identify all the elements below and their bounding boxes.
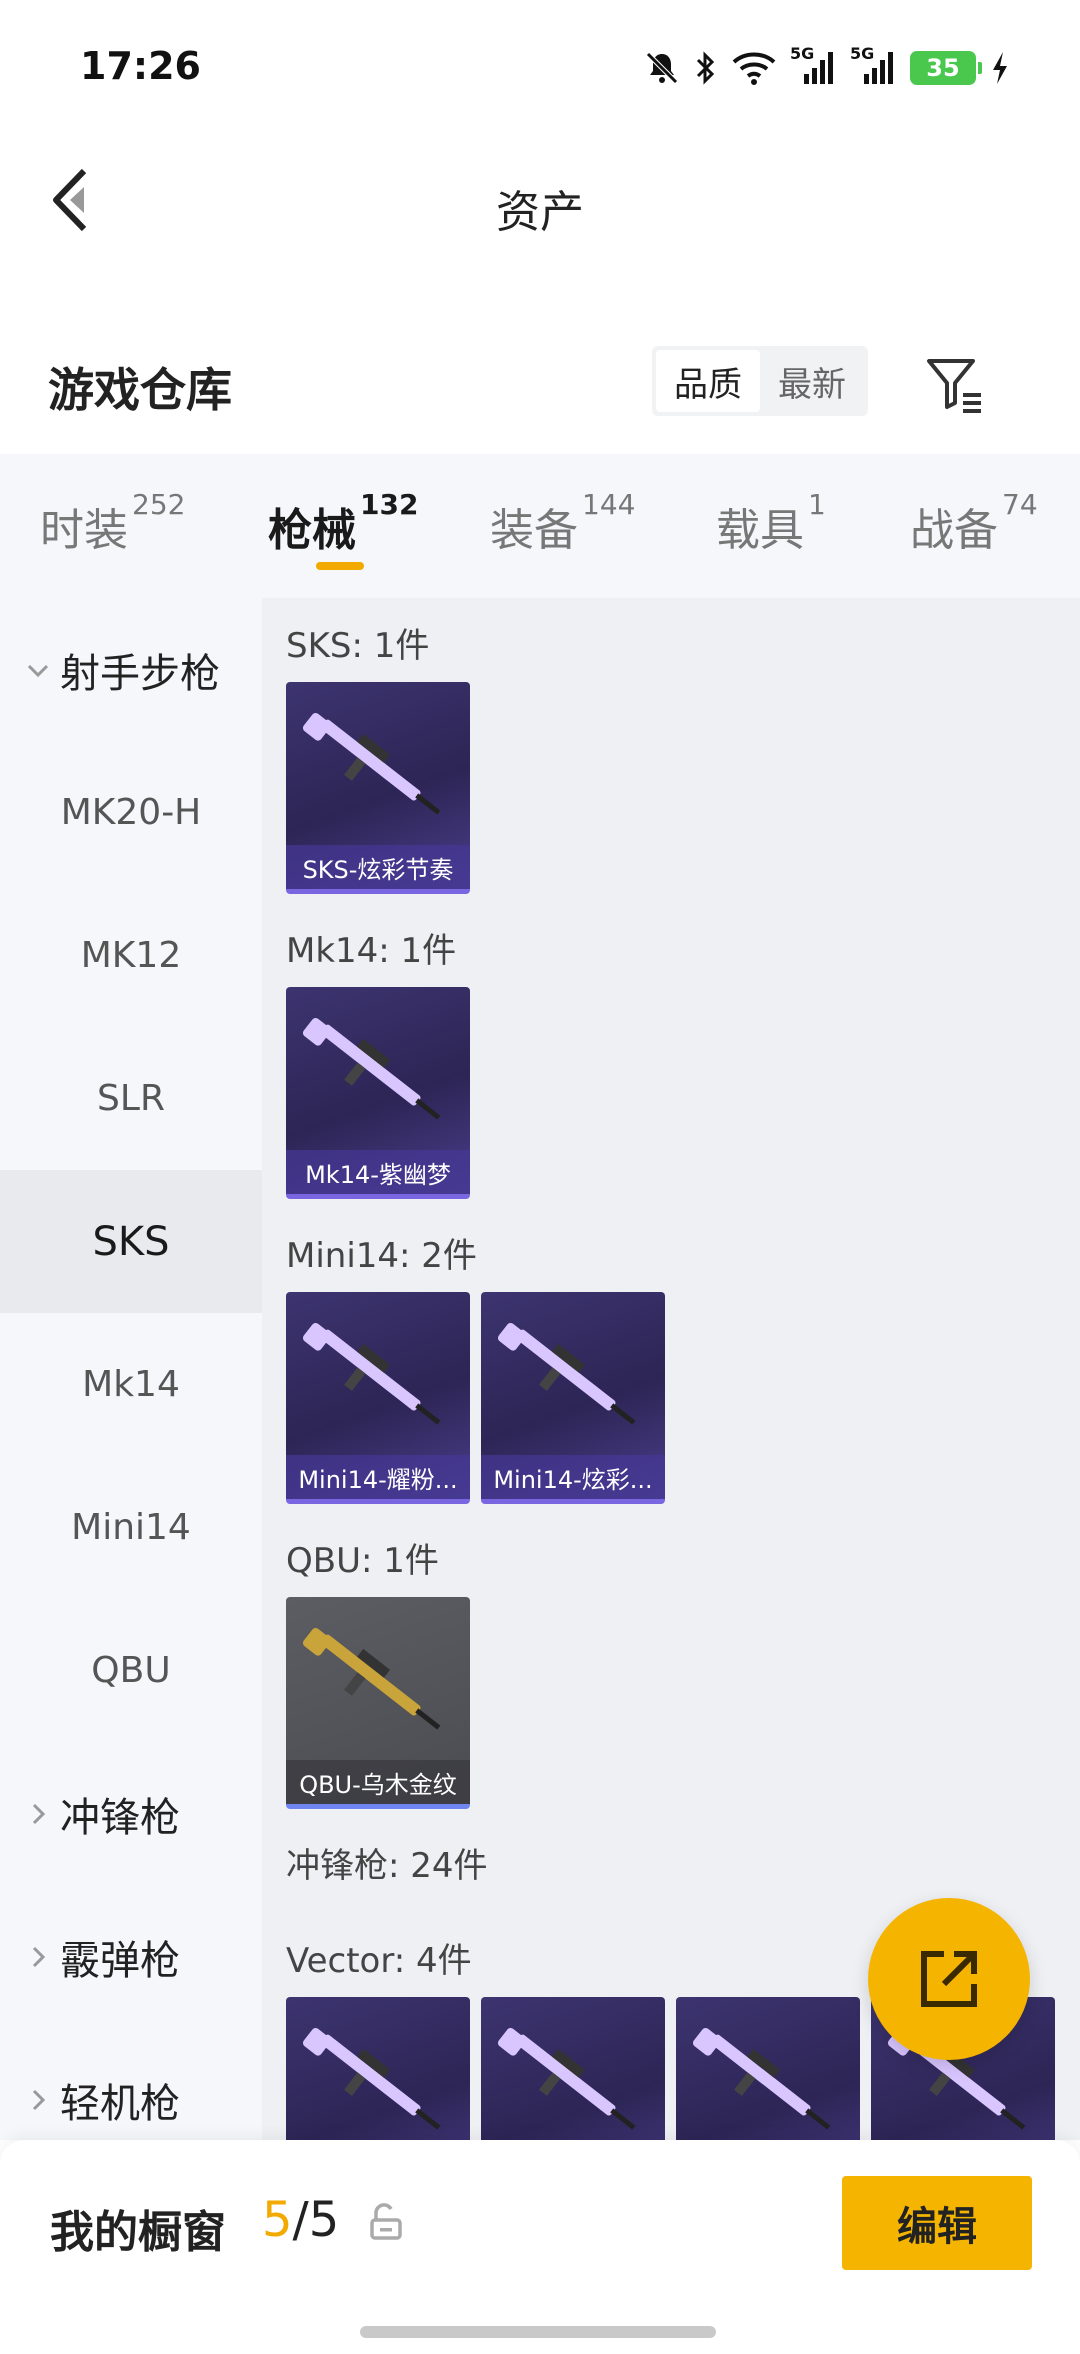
sidebar-item-label: Mk14 [82, 1364, 180, 1405]
sidebar-group-lmg[interactable]: 轻机枪 [0, 2028, 262, 2140]
sort-quality-option[interactable]: 品质 [656, 350, 760, 412]
mute-bell-icon [646, 52, 678, 84]
filter-button[interactable] [920, 350, 990, 420]
group-title: QBU: 1件 [286, 1541, 439, 1581]
weapon-name: Mini14-耀粉... [286, 1455, 470, 1499]
status-icons: 5G 5G 35 [644, 44, 1010, 88]
charging-bolt-icon [993, 52, 1007, 84]
sidebar-group-smg[interactable]: 冲锋枪 [0, 1742, 262, 1885]
showcase-bar: 我的橱窗 5/5 编辑 [0, 2140, 1080, 2354]
weapon-image [497, 2027, 636, 2130]
signal-icon: 5G [790, 44, 836, 88]
tab-firearms[interactable]: 枪械132 [268, 488, 418, 558]
sidebar-item-label: QBU [91, 1650, 171, 1691]
nav-bar: 资产 [0, 140, 1080, 260]
battery-indicator: 35 [910, 51, 982, 85]
sidebar-item-label: 霰弹枪 [60, 1937, 180, 1984]
warehouse-title: 游戏仓库 [48, 363, 232, 417]
weapon-image [302, 1627, 441, 1730]
sidebar-item-label: SKS [92, 1218, 170, 1265]
edit-button[interactable]: 编辑 [842, 2176, 1032, 2270]
weapon-name: Mk14-紫幽梦 [286, 1150, 470, 1194]
weapon-name: SKS-炫彩节奏 [286, 845, 470, 889]
weapon-card[interactable]: Mini14-炫彩... [481, 1292, 665, 1504]
sidebar-item-slr[interactable]: SLR [0, 1027, 262, 1170]
weapon-card[interactable]: Mk14-紫幽梦 [286, 987, 470, 1199]
sidebar-group-shotgun[interactable]: 霰弹枪 [0, 1885, 262, 2028]
weapon-name: QBU-乌木金纹 [286, 1760, 470, 1804]
group-title: Vector: 4件 [286, 1941, 472, 1981]
weapon-card[interactable]: QBU-乌木金纹 [286, 1597, 470, 1809]
tab-vehicles[interactable]: 载具1 [716, 488, 826, 558]
sidebar-item-label: MK20-H [60, 792, 202, 833]
share-button[interactable] [868, 1898, 1030, 2060]
sidebar-item-mk12[interactable]: MK12 [0, 884, 262, 1027]
sidebar-group-marksman[interactable]: 射手步枪 [0, 598, 262, 741]
sidebar-item-label: 射手步枪 [60, 650, 220, 697]
clock: 17:26 [80, 44, 201, 88]
signal-icon-2: 5G [850, 44, 896, 88]
bluetooth-icon [696, 51, 715, 85]
sidebar-item-sks[interactable]: SKS [0, 1170, 262, 1313]
showcase-count: 5/5 [262, 2192, 340, 2248]
sidebar-item-mk14[interactable]: Mk14 [0, 1313, 262, 1456]
weapon-card[interactable]: Mini14-耀粉... [286, 1292, 470, 1504]
filter-icon [927, 359, 981, 413]
sidebar-item-qbu[interactable]: QBU [0, 1599, 262, 1742]
group-title: Mk14: 1件 [286, 931, 457, 971]
tab-outfit[interactable]: 时装252 [40, 488, 185, 558]
sidebar-item-mini14[interactable]: Mini14 [0, 1456, 262, 1599]
weapon-card[interactable]: SKS-炫彩节奏 [286, 682, 470, 894]
sidebar-item-label: MK12 [80, 935, 182, 976]
weapon-category-sidebar: 射手步枪 MK20-H MK12 SLR SKS Mk14 Mini14 QBU 冲锋枪霰弹枪轻… [0, 598, 262, 2140]
weapon-image [497, 1322, 636, 1425]
chevron-right-icon [22, 1941, 54, 1973]
weapon-image [692, 2027, 831, 2130]
unlock-icon [370, 2203, 402, 2240]
weapon-card[interactable] [481, 1997, 665, 2140]
sort-newest-option[interactable]: 最新 [760, 350, 864, 412]
weapon-image [302, 1017, 441, 1120]
showcase-label: 我的橱窗 [50, 2207, 226, 2258]
sidebar-item-label: Mini14 [71, 1507, 191, 1548]
group-title: Mini14: 2件 [286, 1236, 477, 1276]
warehouse-header: 游戏仓库 品质 最新 [0, 330, 1080, 440]
weapon-name: Mini14-炫彩... [481, 1455, 665, 1499]
weapon-card[interactable] [286, 1997, 470, 2140]
sidebar-item-label: SLR [97, 1078, 165, 1119]
weapon-image [302, 712, 441, 815]
home-indicator[interactable] [360, 2326, 716, 2338]
sidebar-item-label: 轻机枪 [60, 2080, 180, 2127]
chevron-right-icon [22, 2084, 54, 2116]
group-title: SKS: 1件 [286, 626, 430, 666]
tab-supplies[interactable]: 战备74 [910, 488, 1038, 558]
weapon-image [302, 2027, 441, 2130]
group-title: 冲锋枪: 24件 [286, 1846, 488, 1886]
category-tabs: 时装252 枪械132 装备144 载具1 战备74 [0, 454, 1080, 598]
wifi-icon [732, 52, 776, 85]
status-bar: 17:26 5G 5G 35 [0, 0, 1080, 120]
chevron-right-icon [22, 1798, 54, 1830]
share-icon [921, 1951, 977, 2007]
sidebar-item-label: 冲锋枪 [60, 1794, 180, 1841]
page-title: 资产 [496, 187, 584, 238]
sort-toggle: 品质 最新 [652, 346, 868, 416]
weapon-image [302, 1322, 441, 1425]
tab-equipment[interactable]: 装备144 [490, 488, 635, 558]
chevron-down-icon [22, 654, 54, 686]
weapon-card[interactable] [676, 1997, 860, 2140]
sidebar-item-mk20h[interactable]: MK20-H [0, 741, 262, 884]
active-tab-indicator [316, 562, 364, 570]
